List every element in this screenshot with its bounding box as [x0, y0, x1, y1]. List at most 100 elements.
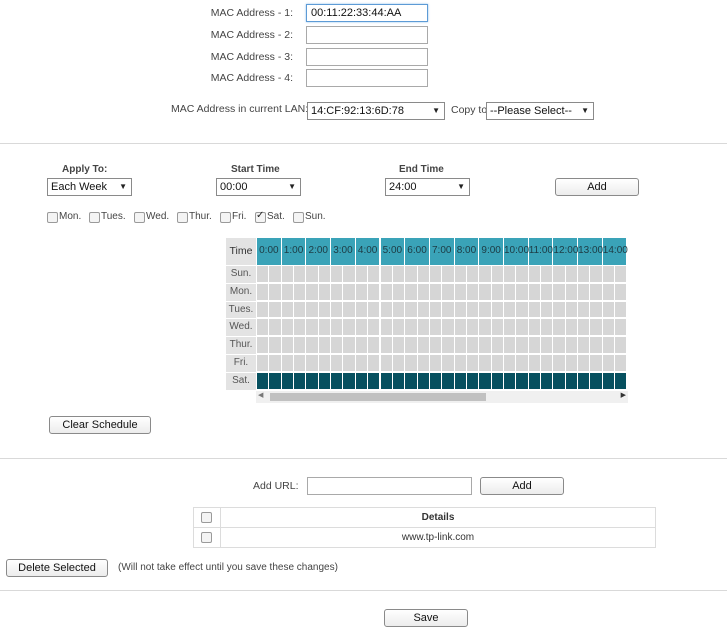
schedule-cell[interactable]: [602, 319, 615, 336]
schedule-cell[interactable]: [331, 355, 343, 371]
schedule-cell[interactable]: [355, 283, 368, 300]
schedule-cell[interactable]: [405, 337, 417, 353]
schedule-cell[interactable]: [405, 301, 417, 318]
schedule-cell[interactable]: [269, 319, 281, 336]
schedule-cell[interactable]: [590, 283, 602, 300]
schedule-cell[interactable]: [368, 266, 380, 282]
schedule-cell[interactable]: [565, 355, 578, 371]
schedule-cell[interactable]: [392, 355, 405, 371]
schedule-cell[interactable]: [380, 355, 392, 371]
schedule-cell[interactable]: [491, 301, 503, 318]
schedule-cell[interactable]: [479, 355, 491, 371]
select-all-checkbox[interactable]: [201, 512, 212, 523]
schedule-cell[interactable]: [269, 355, 281, 371]
schedule-cell[interactable]: [565, 372, 578, 389]
schedule-cell[interactable]: [454, 355, 466, 371]
schedule-cell[interactable]: [257, 319, 269, 336]
schedule-cell[interactable]: [491, 337, 503, 353]
schedule-cell[interactable]: [442, 319, 454, 336]
schedule-cell[interactable]: [294, 319, 306, 336]
schedule-cell[interactable]: [578, 266, 590, 282]
schedule-cell[interactable]: [429, 283, 442, 300]
schedule-cell[interactable]: [602, 283, 615, 300]
schedule-cell[interactable]: [590, 266, 602, 282]
mac-address-4-input[interactable]: [306, 69, 428, 87]
schedule-cell[interactable]: [318, 283, 331, 300]
schedule-cell[interactable]: [380, 337, 392, 353]
schedule-cell[interactable]: [343, 372, 355, 389]
schedule-cell[interactable]: [294, 355, 306, 371]
schedule-cell[interactable]: [417, 301, 429, 318]
day-checkbox-thur[interactable]: [177, 212, 188, 223]
schedule-cell[interactable]: [392, 319, 405, 336]
schedule-cell[interactable]: [553, 301, 565, 318]
schedule-cell[interactable]: [442, 301, 454, 318]
schedule-cell[interactable]: [257, 301, 269, 318]
schedule-cell[interactable]: [528, 266, 541, 282]
schedule-cell[interactable]: [294, 283, 306, 300]
schedule-cell[interactable]: [405, 283, 417, 300]
schedule-cell[interactable]: [269, 337, 281, 353]
schedule-cell[interactable]: [368, 283, 380, 300]
schedule-cell[interactable]: [269, 301, 281, 318]
schedule-cell[interactable]: [528, 355, 541, 371]
schedule-cell[interactable]: [281, 372, 294, 389]
schedule-cell[interactable]: [454, 266, 466, 282]
schedule-cell[interactable]: [504, 266, 516, 282]
row-checkbox[interactable]: [201, 532, 212, 543]
day-checkbox-fri[interactable]: [220, 212, 231, 223]
schedule-cell[interactable]: [466, 266, 479, 282]
schedule-cell[interactable]: [442, 266, 454, 282]
schedule-cell[interactable]: [615, 301, 627, 318]
schedule-cell[interactable]: [368, 355, 380, 371]
schedule-cell[interactable]: [281, 355, 294, 371]
schedule-cell[interactable]: [368, 372, 380, 389]
schedule-cell[interactable]: [528, 283, 541, 300]
schedule-cell[interactable]: [541, 301, 553, 318]
schedule-cell[interactable]: [615, 319, 627, 336]
schedule-cell[interactable]: [504, 319, 516, 336]
schedule-cell[interactable]: [541, 355, 553, 371]
schedule-cell[interactable]: [602, 355, 615, 371]
clear-schedule-button[interactable]: Clear Schedule: [49, 416, 151, 434]
schedule-cell[interactable]: [615, 266, 627, 282]
schedule-cell[interactable]: [578, 283, 590, 300]
schedule-cell[interactable]: [615, 283, 627, 300]
mac-address-2-input[interactable]: [306, 26, 428, 44]
schedule-cell[interactable]: [294, 266, 306, 282]
add-url-input[interactable]: [307, 477, 472, 495]
schedule-cell[interactable]: [355, 301, 368, 318]
schedule-cell[interactable]: [553, 283, 565, 300]
schedule-cell[interactable]: [553, 266, 565, 282]
schedule-cell[interactable]: [331, 266, 343, 282]
schedule-cell[interactable]: [417, 266, 429, 282]
schedule-cell[interactable]: [602, 301, 615, 318]
schedule-cell[interactable]: [318, 266, 331, 282]
schedule-cell[interactable]: [479, 283, 491, 300]
schedule-cell[interactable]: [602, 372, 615, 389]
schedule-cell[interactable]: [466, 301, 479, 318]
current-lan-select[interactable]: 14:CF:92:13:6D:78 ▼: [307, 102, 445, 120]
schedule-cell[interactable]: [355, 319, 368, 336]
schedule-cell[interactable]: [355, 355, 368, 371]
schedule-cell[interactable]: [565, 319, 578, 336]
schedule-cell[interactable]: [429, 372, 442, 389]
schedule-cell[interactable]: [590, 372, 602, 389]
schedule-cell[interactable]: [306, 301, 318, 318]
schedule-cell[interactable]: [318, 372, 331, 389]
schedule-cell[interactable]: [343, 337, 355, 353]
schedule-cell[interactable]: [442, 372, 454, 389]
schedule-cell[interactable]: [392, 266, 405, 282]
schedule-cell[interactable]: [590, 337, 602, 353]
apply-to-select[interactable]: Each Week ▼: [47, 178, 132, 196]
schedule-cell[interactable]: [306, 337, 318, 353]
schedule-cell[interactable]: [578, 372, 590, 389]
schedule-cell[interactable]: [343, 266, 355, 282]
schedule-cell[interactable]: [417, 319, 429, 336]
schedule-cell[interactable]: [504, 372, 516, 389]
schedule-cell[interactable]: [429, 337, 442, 353]
schedule-cell[interactable]: [565, 301, 578, 318]
schedule-cell[interactable]: [541, 337, 553, 353]
schedule-cell[interactable]: [528, 301, 541, 318]
schedule-cell[interactable]: [479, 266, 491, 282]
